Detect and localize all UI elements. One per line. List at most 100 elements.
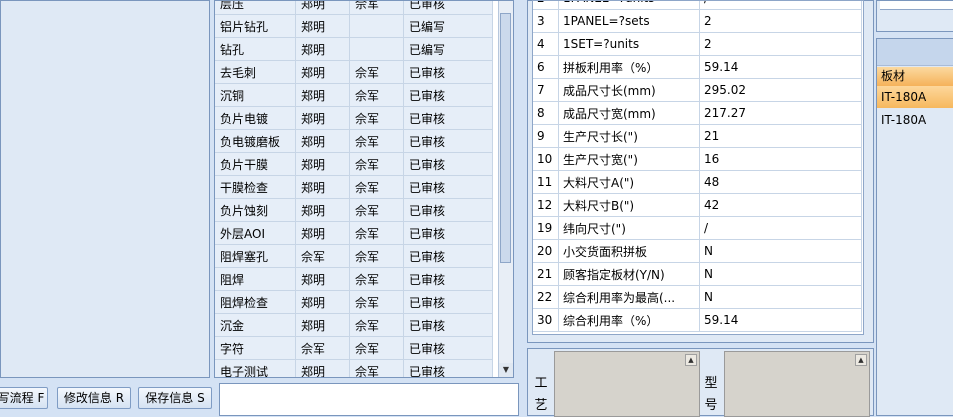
table-row[interactable]: 阻焊 郑明 佘军 已审核 [215,267,493,291]
table-cell: 已审核 [403,175,493,199]
table-cell: 阻焊 [215,267,296,291]
table-cell: 郑明 [295,37,350,61]
model-textarea[interactable]: ▲ [724,351,870,417]
table-cell: 沉铜 [215,83,296,107]
table-cell: 郑明 [295,106,350,130]
table-cell: 郑明 [295,152,350,176]
param-cell: 42 [699,193,862,217]
table-cell: 郑明 [295,129,350,153]
table-row[interactable]: 层压 郑明 佘军 已审核 [215,1,493,15]
param-row[interactable]: 22 综合利用率为最高(... N [533,285,862,309]
param-row[interactable]: 8 成品尺寸宽(mm) 217.27 [533,101,862,125]
param-row[interactable]: 6 拼板利用率（%） 59.14 [533,55,862,79]
table-cell: 郑明 [295,290,350,314]
param-cell: 小交货面积拼板 [558,239,700,263]
table-cell: 阻焊塞孔 [215,244,296,268]
scroll-up-icon[interactable]: ▲ [685,354,697,366]
table-cell: 已审核 [403,336,493,360]
left-panel [0,0,210,378]
table-row[interactable]: 阻焊检查 郑明 佘军 已审核 [215,290,493,314]
param-cell: 21 [699,124,862,148]
table-row[interactable]: 阻焊塞孔 佘军 佘军 已审核 [215,244,493,268]
table-cell: 佘军 [349,175,404,199]
scroll-up-icon[interactable]: ▲ [855,354,867,366]
table-row[interactable]: 负片蚀刻 郑明 佘军 已审核 [215,198,493,222]
table-cell [349,14,404,38]
param-row[interactable]: 21PANEL=?units/ [533,1,862,10]
param-cell: 成品尺寸宽(mm) [558,101,700,125]
table-cell: 已审核 [403,106,493,130]
param-cell: / [699,216,862,240]
param-cell: 16 [699,147,862,171]
param-row[interactable]: 4 1SET=?units 2 [533,32,862,56]
param-cell: 48 [699,170,862,194]
table-row[interactable]: 沉铜 郑明 佘军 已审核 [215,83,493,107]
param-row[interactable]: 12 大料尺寸B(") 42 [533,193,862,217]
table-row[interactable]: 负片干膜 郑明 佘军 已审核 [215,152,493,176]
param-cell: 4 [533,32,559,56]
table-cell: 铝片钻孔 [215,14,296,38]
table-row[interactable]: 去毛刺 郑明 佘军 已审核 [215,60,493,84]
table-cell: 郑明 [295,14,350,38]
param-row[interactable]: 10 生产尺寸宽(") 16 [533,147,862,171]
scroll-down-icon[interactable]: ▼ [499,363,513,377]
table-cell [349,37,404,61]
table-row[interactable]: 钻孔 郑明 已编写 [215,37,493,61]
param-row[interactable]: 7 成品尺寸长(mm) 295.02 [533,78,862,102]
write-flow-button[interactable]: 写流程 F [0,387,48,409]
param-cell: 295.02 [699,78,862,102]
material-column-header[interactable]: 板材 [877,67,953,86]
table-row[interactable]: 负片电镀 郑明 佘军 已审核 [215,106,493,130]
params-grid: 21PANEL=?units/31PANEL=?sets241SET=?unit… [533,1,862,332]
process-textarea[interactable]: ▲ [554,351,700,417]
table-cell: 负片干膜 [215,152,296,176]
table-cell: 郑明 [295,83,350,107]
table-cell: 已审核 [403,83,493,107]
table-row[interactable]: 外层AOI 郑明 佘军 已审核 [215,221,493,245]
table-cell: 佘军 [349,267,404,291]
param-row[interactable]: 19 纬向尺寸(") / [533,216,862,240]
param-cell: 11 [533,170,559,194]
param-cell: N [699,285,862,309]
table-row[interactable]: 电子测试 郑明 佘军 已审核 [215,359,493,377]
param-cell: 生产尺寸宽(") [558,147,700,171]
param-cell: 生产尺寸长(") [558,124,700,148]
param-cell: 顾客指定板材(Y/N) [558,262,700,286]
table-cell: 佘军 [349,313,404,337]
param-row[interactable]: 20 小交货面积拼板 N [533,239,862,263]
param-row[interactable]: 21 顾客指定板材(Y/N) N [533,262,862,286]
param-cell: 8 [533,101,559,125]
param-row[interactable]: 11 大料尺寸A(") 48 [533,170,862,194]
material-row[interactable]: IT-180A [877,109,953,131]
table-cell: 已审核 [403,244,493,268]
param-cell: 综合利用率为最高(... [558,285,700,309]
table-cell: 郑明 [295,1,350,15]
table-row[interactable]: 铝片钻孔 郑明 已编写 [215,14,493,38]
param-cell: N [699,239,862,263]
process-grid: 层压 郑明 佘军 已审核 铝片钻孔 郑明 已编写 钻孔 郑明 已编写 去毛刺 郑明 佘军 已审核 沉铜 郑明佘… [215,1,493,377]
table-row[interactable]: 干膜检查 郑明 佘军 已审核 [215,175,493,199]
table-cell: 郑明 [295,313,350,337]
right-top-panel: II [876,0,953,32]
save-info-button[interactable]: 保存信息 S [138,387,212,409]
param-cell: N [699,262,862,286]
process-table-scrollbar[interactable]: ▼ [498,1,513,377]
param-row[interactable]: 30 综合利用率（%） 59.14 [533,308,862,332]
param-cell: 19 [533,216,559,240]
param-cell: 1PANEL=?units [558,1,700,10]
modify-info-button[interactable]: 修改信息 R [57,387,131,409]
param-row[interactable]: 9 生产尺寸长(") 21 [533,124,862,148]
table-row[interactable]: 负电镀磨板 郑明 佘军 已审核 [215,129,493,153]
table-cell: 电子测试 [215,359,296,377]
material-row-selected[interactable]: IT-180A [877,86,953,108]
memo-textbox[interactable] [219,383,519,416]
param-row[interactable]: 3 1PANEL=?sets 2 [533,9,862,33]
table-cell: 郑明 [295,267,350,291]
table-row[interactable]: 字符 佘军 佘军 已审核 [215,336,493,360]
scrollbar-thumb[interactable] [500,13,511,263]
material-list: 板材 IT-180A IT-180A [876,38,953,416]
model-label: 型号 [704,376,718,413]
table-row[interactable]: 沉金 郑明 佘军 已审核 [215,313,493,337]
param-cell: 拼板利用率（%） [558,55,700,79]
table-cell: 郑明 [295,198,350,222]
